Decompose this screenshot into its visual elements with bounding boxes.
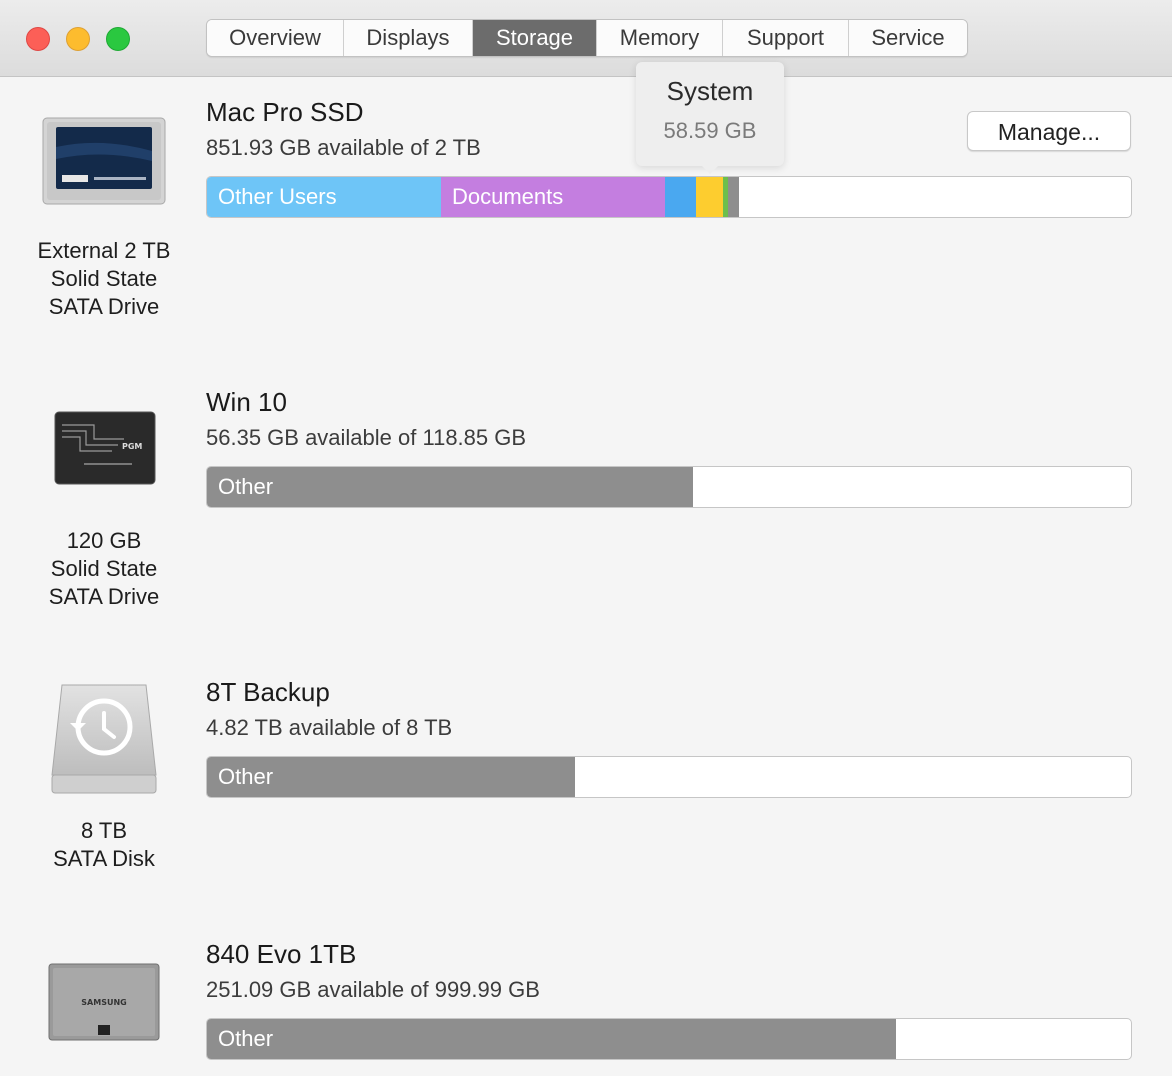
drive-name: Mac Pro SSD (206, 97, 364, 127)
zoom-window-button[interactable] (106, 27, 130, 51)
storage-segment[interactable] (696, 177, 723, 217)
drive-available: 56.35 GB available of 118.85 GB (206, 425, 527, 450)
drive-available: 4.82 TB available of 8 TB (206, 715, 453, 740)
crucial-ssd-icon (42, 117, 166, 205)
storage-segment[interactable] (728, 177, 739, 217)
drive-name: 840 Evo 1TB (206, 939, 357, 969)
storage-bar[interactable]: Other (206, 756, 1132, 798)
storage-segment-other[interactable]: Other (207, 757, 575, 797)
drive-description-line: SATA Disk (53, 846, 155, 871)
svg-text:SAMSUNG: SAMSUNG (81, 998, 126, 1007)
storage-bar[interactable]: Other Users Documents (206, 176, 1132, 218)
drive-name: 8T Backup (206, 677, 330, 707)
drive-available: 851.93 GB available of 2 TB (206, 135, 481, 160)
tab-support[interactable]: Support (723, 20, 849, 56)
drive-description-line: Solid State (50, 266, 158, 291)
drive-description-line: External 2 TB (37, 238, 171, 263)
tab-overview[interactable]: Overview (207, 20, 344, 56)
close-window-button[interactable] (26, 27, 50, 51)
manage-button[interactable]: Manage... (967, 111, 1131, 151)
storage-segment-other-users[interactable]: Other Users (207, 177, 441, 217)
svg-text:PGM: PGM (122, 442, 142, 451)
storage-segment-other[interactable]: Other (207, 467, 693, 507)
drive-description: External 2 TB Solid State SATA Drive (14, 237, 194, 321)
drive-description-line: 120 GB (66, 528, 142, 553)
drive-available: 251.09 GB available of 999.99 GB (206, 977, 540, 1002)
storage-bar[interactable]: Other (206, 466, 1132, 508)
tooltip-arrow (702, 166, 718, 174)
tab-storage[interactable]: Storage (473, 20, 597, 56)
title-bar: Overview Displays Storage Memory Support… (0, 0, 1172, 77)
drive-description-line: Solid State (50, 556, 158, 581)
storage-segment[interactable] (665, 177, 696, 217)
drive-description: 8 TB SATA Disk (14, 817, 194, 873)
tab-memory[interactable]: Memory (597, 20, 723, 56)
samsung-ssd-icon: SAMSUNG (48, 963, 160, 1041)
storage-bar[interactable]: Other (206, 1018, 1132, 1060)
drive-description-line: 8 TB (80, 818, 128, 843)
drive-name: Win 10 (206, 387, 287, 417)
tab-displays[interactable]: Displays (344, 20, 473, 56)
tab-bar: Overview Displays Storage Memory Support… (206, 19, 968, 57)
drive-description-line: SATA Drive (48, 584, 160, 609)
minimize-window-button[interactable] (66, 27, 90, 51)
storage-tooltip: System 58.59 GB (636, 62, 784, 174)
time-machine-disk-icon (51, 684, 157, 794)
storage-segment-documents[interactable]: Documents (441, 177, 665, 217)
tooltip-title: System (666, 76, 754, 106)
tab-service[interactable]: Service (849, 20, 967, 56)
tooltip-value: 58.59 GB (663, 118, 757, 143)
drive-description-line: SATA Drive (48, 294, 160, 319)
pgm-ssd-icon: PGM (54, 411, 156, 485)
storage-segment-other[interactable]: Other (207, 1019, 896, 1059)
drive-description: 120 GB Solid State SATA Drive (14, 527, 194, 611)
